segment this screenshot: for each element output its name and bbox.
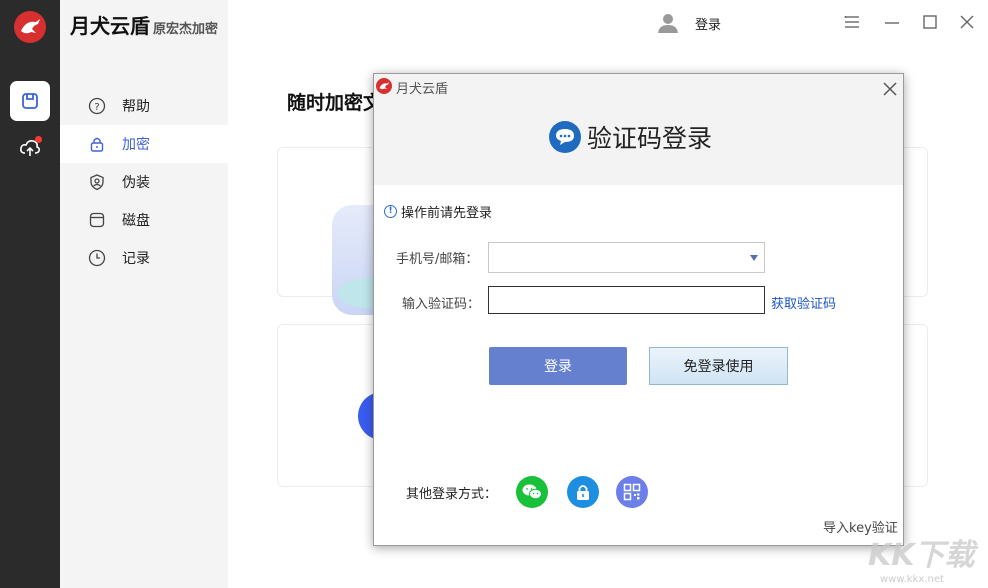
sidebar-item-disguise[interactable]: 伪装 [60, 163, 228, 201]
sidebar-item-label: 伪装 [122, 175, 150, 191]
sidebar-item-help[interactable]: ? 帮助 [60, 87, 228, 125]
qr-login-button[interactable] [616, 476, 648, 508]
menu-icon [844, 16, 859, 28]
dialog-heading: 验证码登录 [549, 119, 712, 155]
maximize-button[interactable] [921, 13, 939, 31]
dialog-close-button[interactable] [881, 80, 899, 98]
sidebar-item-label: 加密 [122, 137, 150, 153]
save-box-icon [22, 93, 38, 109]
left-rail [0, 0, 60, 588]
sidebar-item-encrypt[interactable]: 加密 [60, 125, 228, 163]
shield-icon [88, 173, 106, 191]
minimize-button[interactable] [883, 13, 901, 31]
app-logo [14, 11, 46, 43]
lock-icon [88, 135, 106, 153]
watermark-logo: KK下载 [868, 538, 975, 573]
login-button[interactable]: 登录 [489, 347, 627, 385]
app-name: 月犬云盾 [70, 14, 150, 38]
login-link[interactable]: 登录 [695, 14, 721, 33]
login-dialog: 月犬云盾 验证码登录 ! 操作前请先登录 手机号/邮箱： 输入验证码： 获取验证… [373, 73, 904, 546]
brand: 月犬云盾 原宏杰加密 [70, 10, 218, 39]
sidebar-item-label: 帮助 [122, 99, 150, 115]
sidebar-item-label: 记录 [122, 251, 150, 267]
chat-bubble-icon [549, 121, 581, 153]
lock-icon [577, 485, 589, 500]
watermark-url: www.kkx.net [880, 574, 944, 585]
notice-text: 操作前请先登录 [401, 206, 493, 221]
close-icon [960, 15, 974, 29]
close-icon [883, 82, 897, 96]
code-label: 输入验证码： [402, 297, 481, 312]
maximize-icon [923, 15, 937, 29]
password-login-button[interactable] [567, 476, 599, 508]
verification-code-input[interactable] [488, 286, 765, 314]
rail-cloud-button[interactable] [10, 128, 50, 168]
svg-text:?: ? [94, 102, 99, 113]
sidebar-item-record[interactable]: 记录 [60, 239, 228, 277]
wechat-login-button[interactable] [516, 476, 548, 508]
login-notice: ! 操作前请先登录 [384, 202, 492, 221]
page-title: 随时加密文 [287, 92, 383, 114]
wechat-icon [522, 484, 542, 500]
phone-email-select[interactable] [488, 242, 765, 273]
notification-dot [35, 136, 42, 143]
sidebar-item-label: 磁盘 [122, 213, 150, 229]
close-window-button[interactable] [958, 13, 976, 31]
disk-icon [88, 211, 106, 229]
clock-icon [88, 249, 106, 267]
free-login-button[interactable]: 免登录使用 [649, 347, 788, 385]
dialog-app-name: 月犬云盾 [396, 82, 449, 97]
menu-button[interactable] [843, 13, 861, 31]
user-avatar-icon [658, 14, 678, 33]
minimize-icon [885, 22, 899, 24]
chevron-down-icon[interactable] [750, 255, 758, 261]
dialog-app-logo [376, 78, 392, 94]
qr-code-icon [623, 483, 641, 501]
rail-encrypt-button[interactable] [10, 81, 50, 121]
get-code-link[interactable]: 获取验证码 [771, 293, 836, 312]
header-login[interactable]: 登录 [657, 12, 721, 34]
info-icon: ! [384, 205, 397, 218]
phone-label: 手机号/邮箱： [396, 252, 479, 267]
dialog-title: 验证码登录 [587, 124, 713, 153]
sidebar-item-disk[interactable]: 磁盘 [60, 201, 228, 239]
other-login-label: 其他登录方式： [406, 487, 498, 502]
help-icon: ? [88, 97, 106, 115]
app-subtitle: 原宏杰加密 [153, 22, 219, 37]
